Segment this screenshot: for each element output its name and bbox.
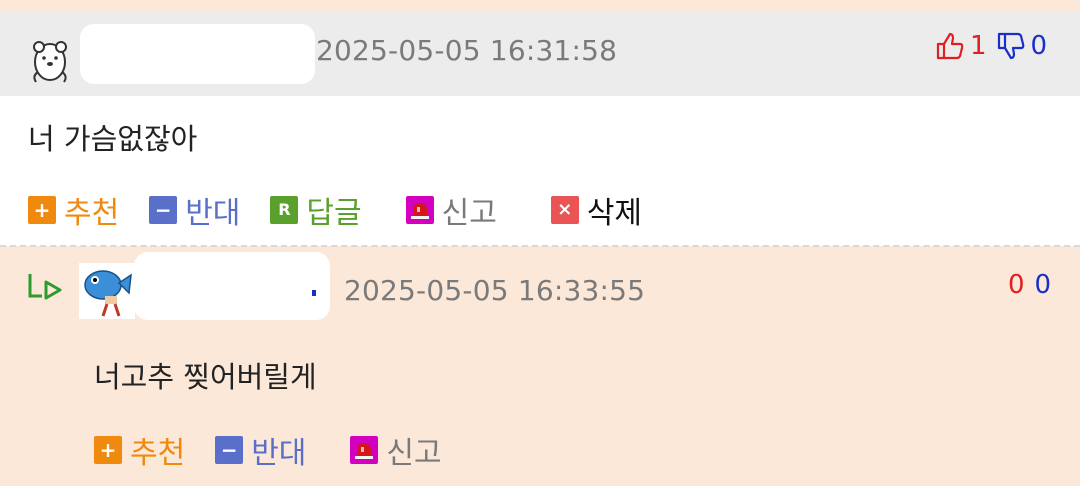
comment-1-actions: + 추천 − 반대 R 답글 신고 × 삭제: [28, 188, 672, 232]
minus-icon: −: [215, 436, 244, 464]
delete-label: 삭제: [586, 196, 643, 231]
siren-icon: [405, 196, 434, 224]
oppose-button[interactable]: − 반대: [215, 428, 306, 472]
siren-icon: [350, 436, 379, 464]
comment-1-body: 너 가슴없잖아 + 추천 − 반대 R 답글 신고 × 삭제: [0, 96, 1080, 246]
vote-counts: 0 0: [1008, 270, 1051, 300]
delete-x-icon: ×: [550, 196, 579, 224]
avatar-fish-icon[interactable]: [79, 263, 135, 319]
vote-counts: 1 0: [934, 30, 1047, 62]
recommend-label: 추천: [130, 436, 186, 471]
reply-label: 답글: [306, 196, 362, 231]
comment-text: 너고추 찢어버릴게: [94, 360, 317, 394]
report-label: 신고: [386, 436, 442, 471]
recommend-button[interactable]: + 추천: [28, 188, 119, 232]
comment-timestamp: 2025-05-05 16:31:58: [316, 34, 618, 67]
avatar-bear-icon[interactable]: [26, 34, 74, 86]
oppose-label: 반대: [185, 196, 241, 231]
comment-2: 2025-05-05 16:33:55 0 0 너고추 찢어버릴게 + 추천 −…: [0, 248, 1080, 486]
recommend-label: 추천: [64, 196, 120, 231]
reply-r-icon: R: [270, 196, 299, 224]
comment-text: 너 가슴없잖아: [28, 122, 198, 156]
plus-icon: +: [28, 196, 56, 224]
thumbs-up-icon[interactable]: [934, 30, 966, 62]
report-button[interactable]: 신고: [350, 428, 442, 472]
username-redacted: [134, 252, 330, 320]
oppose-button[interactable]: − 반대: [149, 188, 240, 232]
up-count: 1: [970, 31, 987, 61]
thumbs-down-icon[interactable]: [995, 30, 1027, 62]
down-count: 0: [1030, 31, 1048, 61]
up-count[interactable]: 0: [1008, 270, 1025, 300]
reply-arrow-icon: [26, 272, 64, 306]
recommend-button[interactable]: + 추천: [94, 428, 185, 472]
comment-1-header: 2025-05-05 16:31:58 1 0: [0, 12, 1080, 96]
top-strip: [0, 0, 1080, 12]
username-dot: [312, 290, 316, 296]
plus-icon: +: [94, 436, 122, 464]
username-redacted: [80, 24, 315, 84]
oppose-label: 반대: [251, 436, 307, 471]
comment-timestamp: 2025-05-05 16:33:55: [344, 274, 646, 307]
reply-button[interactable]: R 답글: [270, 188, 362, 232]
delete-button[interactable]: × 삭제: [550, 188, 643, 232]
down-count[interactable]: 0: [1035, 270, 1052, 300]
report-label: 신고: [441, 196, 497, 231]
comment-divider: [0, 245, 1080, 247]
comment-2-actions: + 추천 − 반대 신고: [94, 428, 472, 472]
minus-icon: −: [149, 196, 178, 224]
report-button[interactable]: 신고: [405, 188, 497, 232]
